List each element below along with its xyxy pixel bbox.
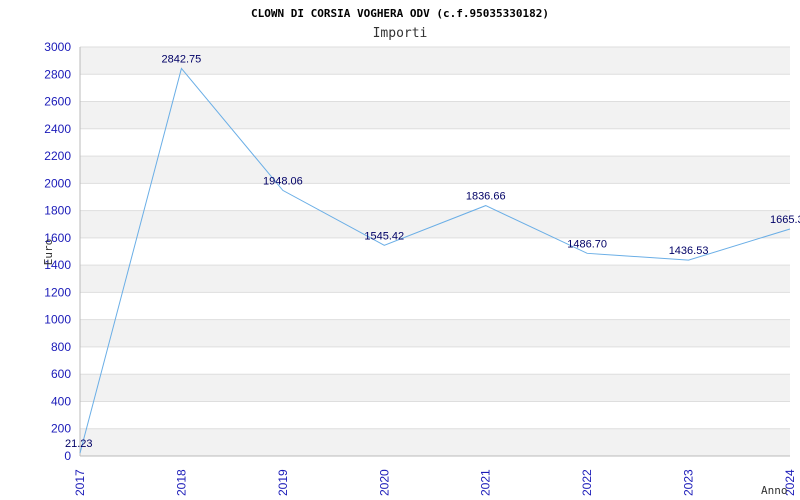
data-label: 1545.42 xyxy=(364,230,404,242)
data-label: 21.23 xyxy=(65,438,93,450)
y-tick-label: 0 xyxy=(64,449,71,463)
grid-band xyxy=(80,210,790,238)
line-chart: CLOWN DI CORSIA VOGHERA ODV (c.f.9503533… xyxy=(42,7,800,497)
y-tick-label: 2000 xyxy=(44,176,71,190)
y-tick-label: 400 xyxy=(51,394,71,408)
x-tick-label: 2021 xyxy=(479,469,493,496)
x-tick-label: 2018 xyxy=(174,469,188,496)
grid-band xyxy=(80,101,790,129)
x-tick-label: 2019 xyxy=(276,469,290,496)
data-label: 1948.06 xyxy=(263,175,303,187)
data-label: 1665.3 xyxy=(770,214,800,226)
x-axis-label: Anno xyxy=(761,484,788,497)
data-label: 2842.75 xyxy=(162,53,202,65)
x-axis-ticks: 2017 2018 2019 2020 2021 2022 2023 2024 xyxy=(73,469,797,496)
data-label: 1836.66 xyxy=(466,191,506,203)
y-tick-label: 2200 xyxy=(44,149,71,163)
grid-band xyxy=(80,265,790,293)
y-tick-label: 600 xyxy=(51,367,71,381)
grid-band xyxy=(80,428,790,456)
y-tick-label: 1800 xyxy=(44,204,71,218)
chart-subtitle: Importi xyxy=(373,26,428,41)
grid-band xyxy=(80,156,790,184)
x-tick-label: 2022 xyxy=(580,469,594,496)
chart-title: CLOWN DI CORSIA VOGHERA ODV (c.f.9503533… xyxy=(251,7,549,20)
data-label: 1486.70 xyxy=(567,238,607,250)
x-tick-label: 2020 xyxy=(377,469,391,496)
y-tick-label: 800 xyxy=(51,340,71,354)
y-tick-label: 3000 xyxy=(44,40,71,54)
y-tick-label: 1200 xyxy=(44,285,71,299)
data-label: 1436.53 xyxy=(669,245,709,257)
y-tick-label: 200 xyxy=(51,422,71,436)
x-tick-label: 2017 xyxy=(73,469,87,496)
y-axis-label: Euro xyxy=(42,239,55,266)
y-tick-label: 1000 xyxy=(44,313,71,327)
grid-band xyxy=(80,319,790,347)
y-tick-label: 2600 xyxy=(44,95,71,109)
y-tick-label: 2400 xyxy=(44,122,71,136)
x-tick-label: 2023 xyxy=(682,469,696,496)
y-tick-label: 2800 xyxy=(44,67,71,81)
grid-band xyxy=(80,374,790,402)
